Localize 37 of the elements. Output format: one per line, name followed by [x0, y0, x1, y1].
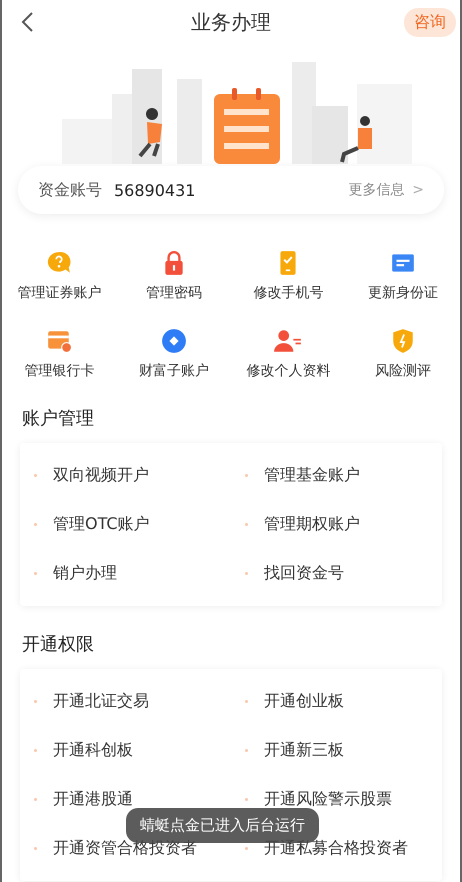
- menu-item[interactable]: 双向视频开户: [20, 451, 231, 500]
- menu-item[interactable]: 开通创业板: [231, 677, 442, 726]
- menu-item[interactable]: 管理基金账户: [231, 451, 442, 500]
- shortcut-label: 管理银行卡: [24, 362, 94, 380]
- shortcut-label: 更新身份证: [368, 284, 438, 302]
- shortcut-label: 修改手机号: [253, 284, 324, 302]
- menu-item[interactable]: 销户办理: [20, 549, 231, 598]
- person-icon: [273, 328, 304, 354]
- shortcut-item[interactable]: 修改个人资料: [231, 328, 346, 380]
- shortcut-item[interactable]: 管理密码: [116, 250, 231, 302]
- shortcut-item[interactable]: 更新身份证: [346, 250, 460, 302]
- menu-item[interactable]: 开通新三板: [231, 726, 442, 775]
- account-card[interactable]: 资金账号 56890431 更多信息 >: [18, 166, 444, 214]
- menu-item[interactable]: 管理期权账户: [231, 500, 442, 549]
- menu-item[interactable]: 管理OTC账户: [20, 500, 231, 549]
- account-label: 资金账号: [38, 180, 102, 200]
- shortcut-item[interactable]: 修改手机号: [231, 250, 346, 302]
- shortcut-label: 风险测评: [374, 362, 431, 380]
- chevron-icon: >: [412, 182, 424, 198]
- shortcut-item[interactable]: 财富子账户: [116, 328, 231, 380]
- menu-item[interactable]: 开通北证交易: [20, 677, 231, 726]
- shortcut-item[interactable]: 风险测评: [346, 328, 460, 380]
- shortcut-label: 管理密码: [146, 284, 202, 302]
- page-title: 业务办理: [191, 8, 271, 36]
- shortcut-item[interactable]: 管理银行卡: [2, 328, 116, 380]
- shortcut-label: 财富子账户: [138, 362, 209, 380]
- section-title: 账户管理: [21, 407, 95, 430]
- account-number: 56890431: [114, 180, 196, 200]
- more-info-link[interactable]: 更多信息: [348, 181, 404, 199]
- shortcut-label: 修改个人资料: [246, 362, 330, 380]
- coin-icon: [160, 328, 187, 354]
- shortcut-label: 管理证券账户: [17, 284, 102, 302]
- shortcut-item[interactable]: 管理证券账户: [2, 250, 116, 302]
- section-title: 开通权限: [21, 633, 95, 656]
- back-icon[interactable]: [20, 11, 34, 33]
- menu-item[interactable]: 开通科创板: [20, 726, 231, 775]
- menu-item[interactable]: 找回资金号: [231, 549, 442, 598]
